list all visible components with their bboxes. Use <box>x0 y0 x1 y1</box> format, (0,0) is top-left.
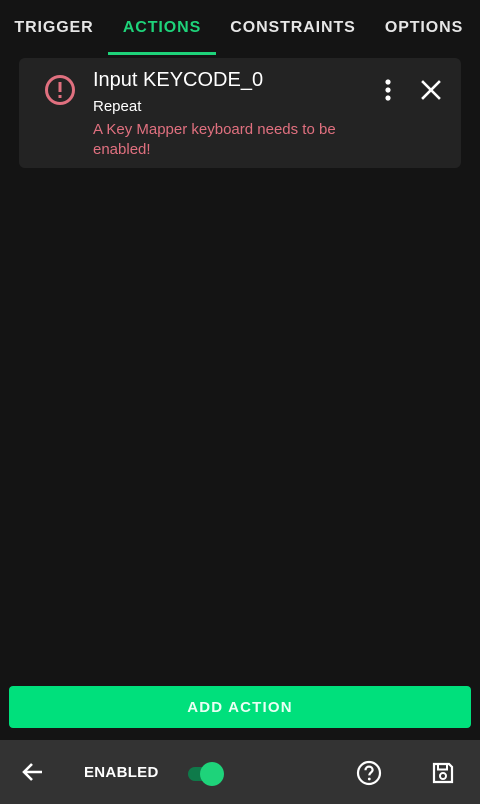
enabled-label: ENABLED <box>84 764 159 781</box>
app-screen: TRIGGER ACTIONS CONSTRAINTS OPTIONS Inpu… <box>0 0 480 804</box>
action-error-message: A Key Mapper keyboard needs to be enable… <box>93 121 336 158</box>
tab-trigger[interactable]: TRIGGER <box>0 0 108 56</box>
close-icon[interactable] <box>418 77 444 103</box>
add-action-button[interactable]: ADD ACTION <box>9 686 471 728</box>
error-icon <box>45 75 75 105</box>
action-subtitle: Repeat <box>93 98 142 115</box>
active-tab-indicator <box>108 52 216 55</box>
action-card[interactable]: Input KEYCODE_0 Repeat A Key Mapper keyb… <box>19 58 461 168</box>
action-title: Input KEYCODE_0 <box>93 69 264 91</box>
more-vert-icon[interactable] <box>375 76 401 104</box>
save-icon[interactable] <box>430 760 456 786</box>
tab-actions[interactable]: ACTIONS <box>108 0 216 56</box>
enabled-toggle[interactable] <box>186 760 226 786</box>
arrow-back-icon[interactable] <box>20 759 46 785</box>
toggle-thumb <box>200 762 224 786</box>
tab-constraints[interactable]: CONSTRAINTS <box>216 0 370 56</box>
help-icon[interactable] <box>356 760 382 786</box>
tab-bar: TRIGGER ACTIONS CONSTRAINTS OPTIONS <box>0 0 480 56</box>
bottom-app-bar: ENABLED <box>0 740 480 804</box>
tab-options[interactable]: OPTIONS <box>370 0 478 56</box>
